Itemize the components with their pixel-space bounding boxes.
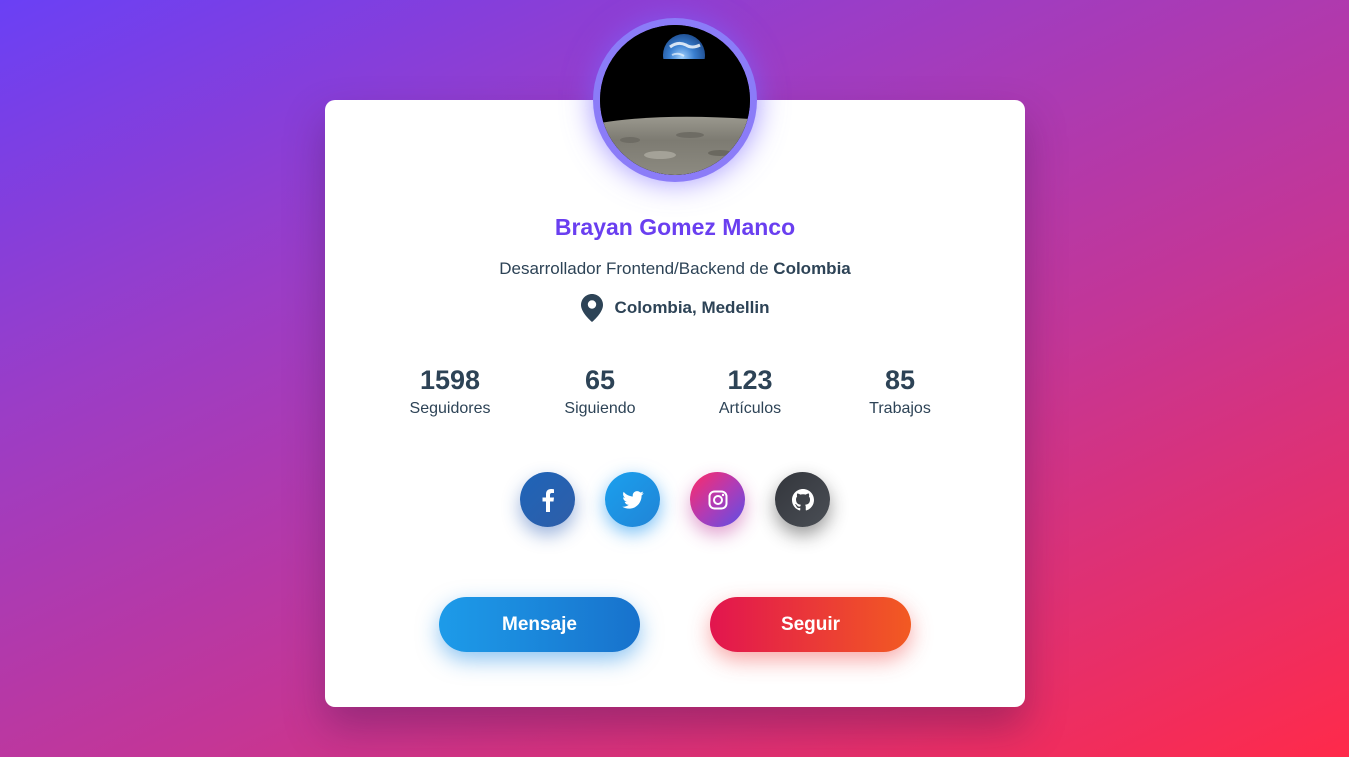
stat-followers: 1598 Seguidores xyxy=(375,364,525,418)
stat-works: 85 Trabajos xyxy=(825,364,975,418)
stat-value: 65 xyxy=(584,365,616,395)
stats-row: 1598 Seguidores 65 Siguiendo 123 Artícul… xyxy=(375,364,975,418)
stat-value: 1598 xyxy=(419,365,481,395)
avatar xyxy=(600,25,750,175)
stat-label: Siguiendo xyxy=(564,400,636,418)
role-country: Colombia xyxy=(773,259,851,278)
stat-label: Artículos xyxy=(718,400,782,418)
follow-button[interactable]: Seguir xyxy=(710,597,911,652)
avatar-image xyxy=(600,25,750,175)
twitter-icon xyxy=(621,490,644,509)
location-text: Colombia, Medellin xyxy=(614,298,770,317)
profile-card: Brayan Gomez Manco Desarrollador Fronten… xyxy=(325,100,1025,707)
stat-label: Seguidores xyxy=(409,400,491,418)
profile-location: Colombia, Medellin xyxy=(325,294,1025,322)
stat-value: 85 xyxy=(884,365,916,395)
message-button[interactable]: Mensaje xyxy=(439,597,640,652)
facebook-icon xyxy=(542,488,554,512)
role-prefix: Desarrollador Frontend/Backend de xyxy=(499,259,774,278)
instagram-icon xyxy=(708,490,727,509)
stat-following: 65 Siguiendo xyxy=(525,364,675,418)
github-button[interactable] xyxy=(775,472,830,527)
stat-label: Trabajos xyxy=(869,400,931,418)
stat-articles: 123 Artículos xyxy=(675,364,825,418)
profile-role: Desarrollador Frontend/Backend de Colomb… xyxy=(325,259,1025,279)
avatar-ring xyxy=(593,18,757,182)
facebook-button[interactable] xyxy=(520,472,575,527)
stat-value: 123 xyxy=(727,365,773,395)
github-icon xyxy=(791,488,814,510)
action-buttons: Mensaje Seguir xyxy=(439,597,911,652)
instagram-button[interactable] xyxy=(690,472,745,527)
social-links xyxy=(520,472,830,527)
map-pin-icon xyxy=(580,294,603,322)
profile-name: Brayan Gomez Manco xyxy=(554,214,796,240)
twitter-button[interactable] xyxy=(605,472,660,527)
